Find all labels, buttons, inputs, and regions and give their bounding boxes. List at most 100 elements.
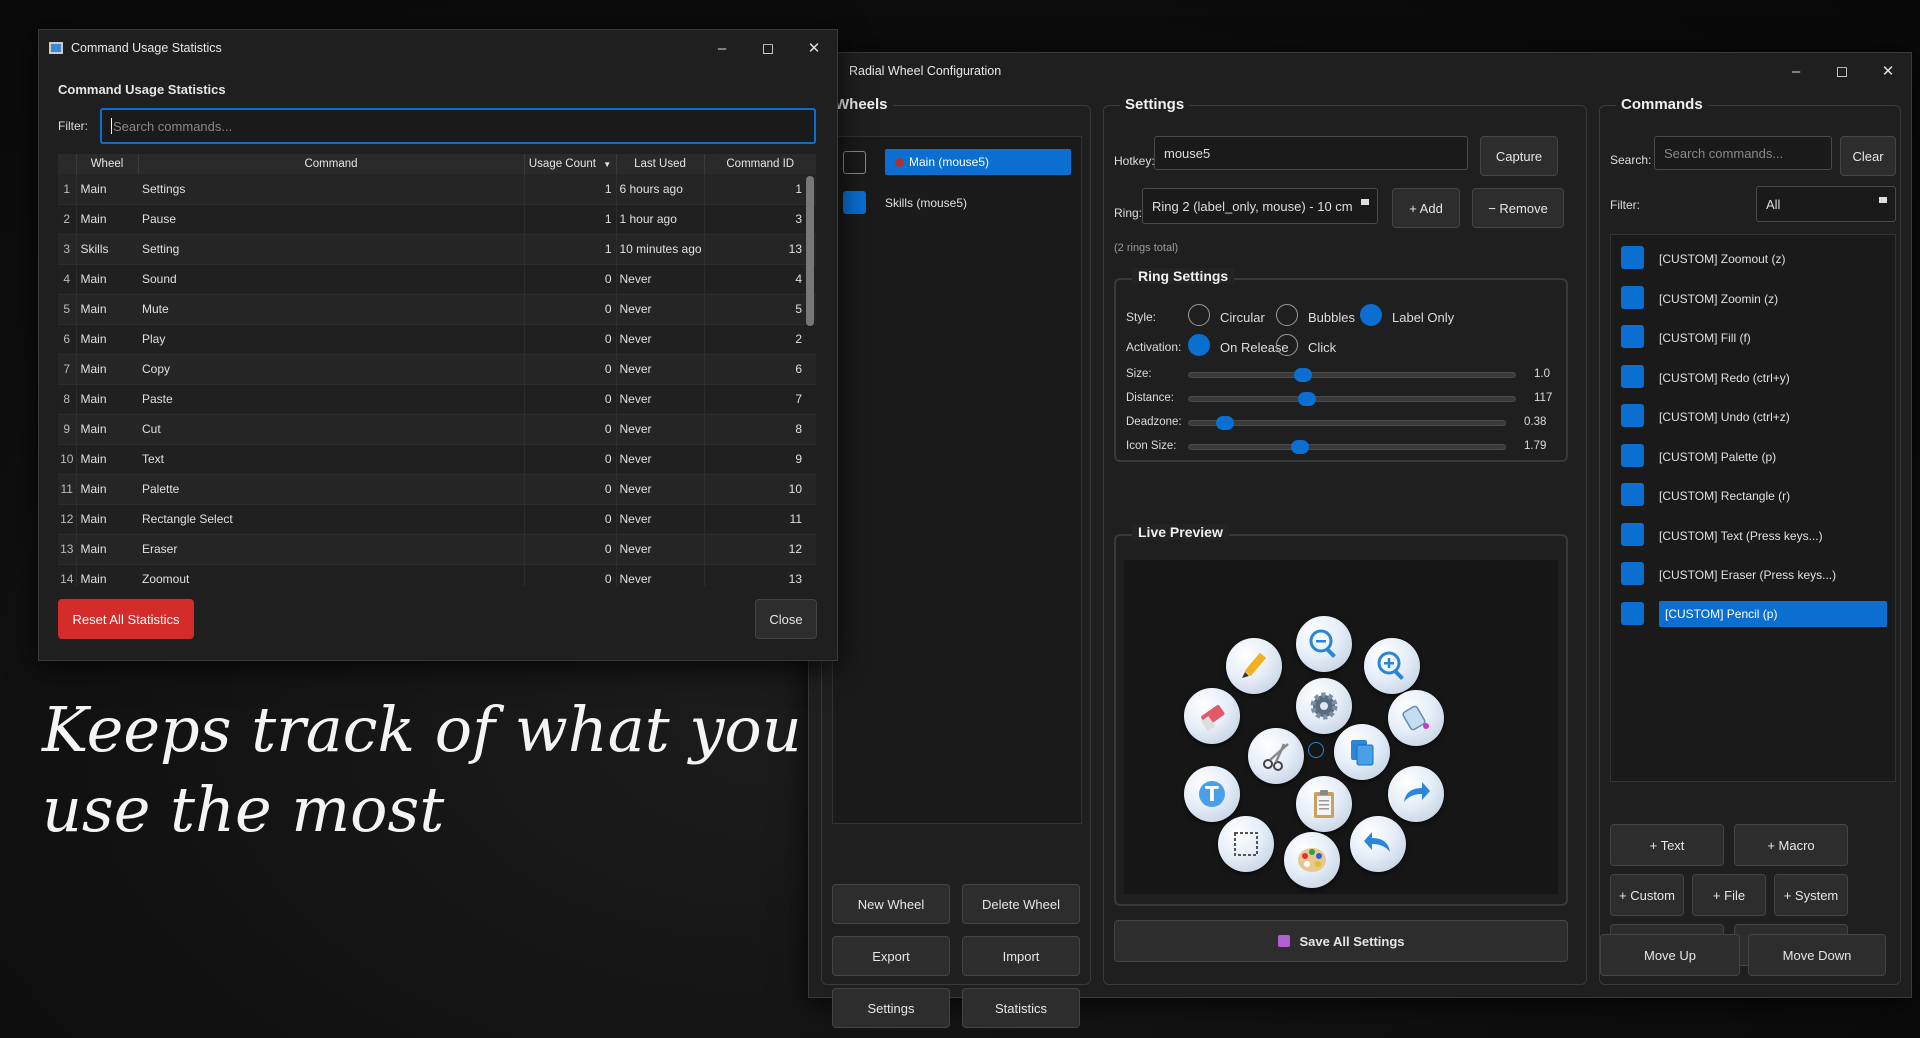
table-row[interactable]: 4 Main Sound 0 Never 4	[58, 264, 816, 295]
stats-table[interactable]: Wheel Command Usage Count ▼ Last Used Co…	[58, 154, 816, 586]
remove-ring-button[interactable]: − Remove	[1472, 188, 1564, 228]
cell-usage-count: 0	[524, 504, 617, 535]
reset-statistics-button[interactable]: Reset All Statistics	[58, 599, 194, 639]
table-row[interactable]: 14 Main Zoomout 0 Never 13	[58, 564, 816, 586]
command-list-item[interactable]: [CUSTOM] Rectangle (r)	[1611, 480, 1897, 510]
wheel-item-main[interactable]: Main (mouse5)	[833, 147, 1083, 177]
add-file-button[interactable]: + File	[1692, 874, 1766, 916]
redo-icon[interactable]	[1388, 766, 1444, 822]
minimize-icon[interactable]: –	[1773, 53, 1819, 89]
stats-titlebar[interactable]: Command Usage Statistics – ◻ ✕	[39, 30, 837, 66]
table-row[interactable]: 6 Main Play 0 Never 2	[58, 324, 816, 355]
close-button[interactable]: Close	[755, 599, 817, 639]
eraser-icon[interactable]	[1184, 688, 1240, 744]
add-custom-button[interactable]: + Custom	[1610, 874, 1684, 916]
add-ring-button[interactable]: + Add	[1392, 188, 1460, 228]
table-row[interactable]: 12 Main Rectangle Select 0 Never 11	[58, 504, 816, 535]
table-row[interactable]: 10 Main Text 0 Never 9	[58, 444, 816, 475]
text-icon[interactable]: T	[1184, 766, 1240, 822]
statistics-button[interactable]: Statistics	[962, 988, 1080, 1028]
command-list-item[interactable]: [CUSTOM] Redo (ctrl+y)	[1611, 362, 1897, 392]
icon-size-slider[interactable]	[1188, 440, 1506, 454]
import-button[interactable]: Import	[962, 936, 1080, 976]
clear-button[interactable]: Clear	[1840, 136, 1896, 176]
table-row[interactable]: 5 Main Mute 0 Never 5	[58, 294, 816, 325]
move-down-button[interactable]: Move Down	[1748, 934, 1886, 976]
col-header-last-used[interactable]: Last Used	[616, 154, 705, 174]
command-search-input[interactable]: Search commands...	[1654, 136, 1832, 170]
maximize-icon[interactable]: ◻	[745, 30, 791, 66]
zoomin-icon[interactable]	[1364, 638, 1420, 694]
command-list-item[interactable]: [CUSTOM] Pencil (p)	[1611, 599, 1897, 629]
table-row[interactable]: 1 Main Settings 1 6 hours ago 1	[58, 174, 816, 205]
col-header-usage-count[interactable]: Usage Count ▼	[524, 154, 617, 174]
table-scrollbar[interactable]	[806, 176, 814, 586]
wheel-item-skills[interactable]: Skills (mouse5)	[833, 187, 1083, 217]
settings-button[interactable]: Settings	[832, 988, 950, 1028]
table-row[interactable]: 3 Skills Setting 1 10 minutes ago 13	[58, 234, 816, 265]
rectangle-select-icon[interactable]	[1218, 816, 1274, 872]
zoomout-icon[interactable]	[1296, 616, 1352, 672]
settings-gear-icon[interactable]	[1296, 678, 1352, 734]
command-list-item[interactable]: [CUSTOM] Eraser (Press keys...)	[1611, 559, 1897, 589]
wheel-checkbox[interactable]	[843, 151, 866, 174]
add-macro-button[interactable]: + Macro	[1734, 824, 1848, 866]
palette-icon[interactable]	[1284, 832, 1340, 888]
col-header-wheel[interactable]: Wheel	[76, 154, 139, 174]
command-list-item[interactable]: [CUSTOM] Zoomout (z)	[1611, 243, 1897, 273]
activation-on-release-radio[interactable]	[1188, 334, 1210, 356]
command-list-item[interactable]: [CUSTOM] Zoomin (z)	[1611, 283, 1897, 313]
copy-icon[interactable]	[1334, 724, 1390, 780]
style-circular-radio[interactable]	[1188, 304, 1210, 326]
config-titlebar[interactable]: Radial Wheel Configuration – ◻ ✕	[809, 53, 1911, 89]
hotkey-input[interactable]: mouse5	[1154, 136, 1468, 170]
export-button[interactable]: Export	[832, 936, 950, 976]
scissors-icon[interactable]	[1248, 728, 1304, 784]
save-all-button[interactable]: Save All Settings	[1114, 920, 1568, 962]
table-row[interactable]: 13 Main Eraser 0 Never 12	[58, 534, 816, 565]
table-row[interactable]: 8 Main Paste 0 Never 7	[58, 384, 816, 415]
pencil-icon[interactable]	[1226, 638, 1282, 694]
maximize-icon[interactable]: ◻	[1819, 53, 1865, 89]
table-row[interactable]: 9 Main Cut 0 Never 8	[58, 414, 816, 445]
command-list-item[interactable]: [CUSTOM] Undo (ctrl+z)	[1611, 401, 1897, 431]
slider-handle[interactable]	[1294, 368, 1313, 382]
ring-select[interactable]: Ring 2 (label_only, mouse) - 10 cm	[1142, 188, 1378, 224]
activation-click-radio[interactable]	[1276, 334, 1298, 356]
table-row[interactable]: 11 Main Palette 0 Never 10	[58, 474, 816, 505]
command-list-item[interactable]: [CUSTOM] Text (Press keys...)	[1611, 520, 1897, 550]
undo-icon[interactable]	[1350, 816, 1406, 872]
table-row[interactable]: 7 Main Copy 0 Never 6	[58, 354, 816, 385]
close-icon[interactable]: ✕	[791, 30, 837, 66]
live-preview-canvas[interactable]: T	[1124, 560, 1558, 894]
size-slider[interactable]	[1188, 368, 1516, 382]
col-header-command[interactable]: Command	[138, 154, 525, 174]
commands-list[interactable]: [CUSTOM] Zoomout (z) [CUSTOM] Zoomin (z) […	[1610, 234, 1896, 782]
slider-handle[interactable]	[1291, 440, 1309, 454]
style-label-only-radio[interactable]	[1360, 304, 1382, 326]
style-bubbles-radio[interactable]	[1276, 304, 1298, 326]
col-header-command-id[interactable]: Command ID	[704, 154, 816, 174]
delete-wheel-button[interactable]: Delete Wheel	[962, 884, 1080, 924]
wheels-list[interactable]: Main (mouse5) Skills (mouse5)	[832, 136, 1082, 824]
move-up-button[interactable]: Move Up	[1600, 934, 1740, 976]
stats-search-input[interactable]: Search commands...	[100, 108, 816, 144]
paste-icon[interactable]	[1296, 776, 1352, 832]
distance-slider[interactable]	[1188, 392, 1516, 406]
new-wheel-button[interactable]: New Wheel	[832, 884, 950, 924]
command-list-item[interactable]: [CUSTOM] Fill (f)	[1611, 322, 1897, 352]
table-row[interactable]: 2 Main Pause 1 1 hour ago 3	[58, 204, 816, 235]
deadzone-slider[interactable]	[1188, 416, 1506, 430]
minimize-icon[interactable]: –	[699, 30, 745, 66]
close-icon[interactable]: ✕	[1865, 53, 1911, 89]
add-system-button[interactable]: + System	[1774, 874, 1848, 916]
scrollbar-thumb[interactable]	[806, 176, 814, 326]
slider-handle[interactable]	[1216, 416, 1234, 430]
slider-handle[interactable]	[1297, 392, 1316, 406]
command-list-item[interactable]: [CUSTOM] Palette (p)	[1611, 441, 1897, 471]
cell-wheel: Main	[76, 294, 138, 325]
fill-bucket-icon[interactable]	[1388, 690, 1444, 746]
add-text-button[interactable]: + Text	[1610, 824, 1724, 866]
filter-select[interactable]: All	[1756, 186, 1896, 222]
capture-button[interactable]: Capture	[1480, 136, 1558, 176]
